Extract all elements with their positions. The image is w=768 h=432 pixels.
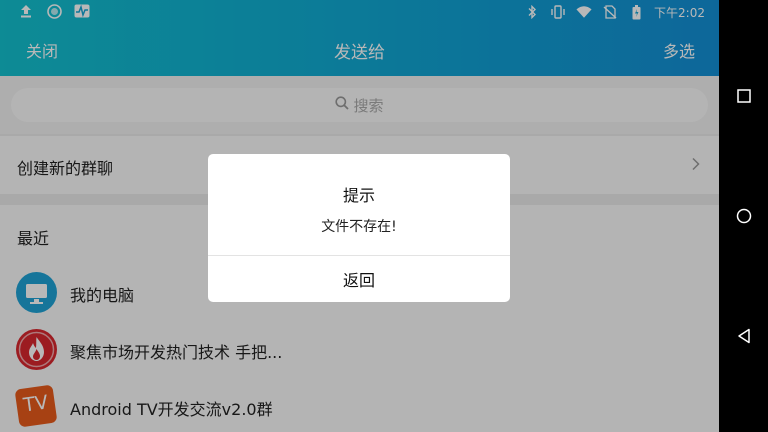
navigation-bar [719,0,768,432]
back-button[interactable] [731,323,757,349]
alert-dialog: 提示 文件不存在! 返回 [208,154,510,302]
back-icon [738,328,750,344]
home-button[interactable] [731,203,757,229]
app-screen: 下午2:02 关闭 发送给 多选 搜索 创建新的群聊 最近 我的电脑 聚焦市场开… [0,0,719,432]
recents-icon [737,89,751,103]
home-icon [736,208,752,224]
recents-button[interactable] [731,83,757,109]
return-button[interactable]: 返回 [208,256,510,302]
dialog-title: 提示 [342,186,375,205]
dialog-message: 文件不存在! [321,219,397,235]
